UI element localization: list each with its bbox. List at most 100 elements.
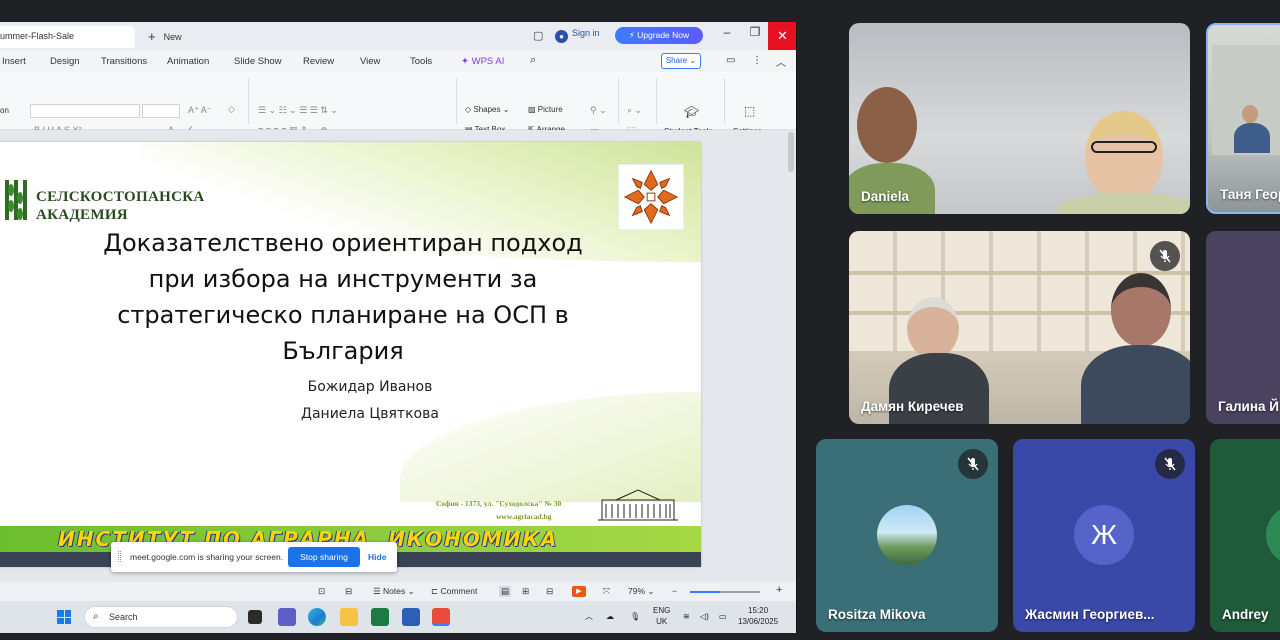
participant-name: Rositza Mikova — [828, 607, 926, 622]
wheat-logo-icon — [5, 180, 27, 220]
onedrive-icon[interactable]: ☁ — [606, 611, 614, 622]
menu-wps-ai[interactable]: ✦ WPS AI — [461, 56, 504, 67]
sign-in-button[interactable]: ● Sign in — [555, 28, 600, 43]
share-button[interactable]: Share ⌄ — [661, 53, 701, 69]
menu-transitions[interactable]: Transitions — [101, 56, 147, 67]
task-view-icon[interactable] — [248, 610, 262, 624]
font-family-select[interactable] — [30, 104, 140, 118]
document-tab[interactable]: ummer-Flash-Sale — [0, 26, 135, 48]
drag-handle[interactable] — [118, 551, 121, 562]
word-icon[interactable] — [402, 608, 420, 626]
participant-tile[interactable]: Таня Геор — [1206, 23, 1280, 214]
restore-icon[interactable]: ❐ — [744, 25, 766, 39]
reading-view-icon[interactable]: ⊟ — [345, 586, 352, 597]
slide-title: Доказателствено ориентиран подход при из… — [60, 225, 626, 369]
edge-browser-icon[interactable] — [308, 608, 326, 626]
notes-label: Notes — [382, 586, 406, 596]
menu-view[interactable]: View — [360, 56, 380, 67]
zoom-out-icon[interactable]: − — [672, 586, 677, 596]
font-size-select[interactable] — [142, 104, 180, 118]
book-view-icon[interactable]: ⊟ — [546, 586, 553, 597]
participant-tile[interactable]: Andrey — [1210, 439, 1280, 632]
windows-start-icon[interactable] — [57, 610, 71, 624]
hide-sharing-bar-link[interactable]: Hide — [368, 552, 386, 562]
collapse-ribbon-icon[interactable]: ︿ — [776, 54, 786, 69]
search-icon[interactable]: ⌕ — [530, 54, 536, 67]
minimize-icon[interactable]: – — [716, 25, 738, 39]
date-text: 13/06/2025 — [738, 617, 779, 626]
title-line-1: Доказателствено ориентиран подход — [103, 229, 583, 257]
excel-icon[interactable] — [371, 608, 389, 626]
shapes-label: Shapes — [473, 105, 501, 114]
ai-sparkle-icon: ✦ — [461, 56, 469, 67]
author-1: Божидар Иванов — [307, 379, 433, 395]
avatar — [877, 505, 937, 565]
muted-mic-icon — [1155, 449, 1185, 479]
taskbar-search[interactable]: ⌕ Search — [84, 606, 238, 628]
clear-format-icon[interactable]: ◇ — [228, 104, 235, 115]
normal-view-icon[interactable]: ▤ — [499, 586, 512, 597]
participant-tile[interactable]: Rositza Mikova — [816, 439, 998, 632]
grid-view-icon[interactable]: ⊞ — [522, 586, 529, 597]
zoom-level[interactable]: 79% ⌄ — [628, 586, 655, 597]
vertical-scrollbar[interactable] — [788, 132, 794, 172]
institute-address: София - 1373, ул. "Суходолска" № 30 www.… — [436, 497, 561, 523]
volume-icon[interactable]: ◁) — [700, 611, 709, 622]
tray-chevron-icon[interactable]: ︿ — [585, 611, 593, 622]
menu-design[interactable]: Design — [50, 56, 80, 67]
time-text: 15:20 — [748, 606, 769, 615]
menu-animation[interactable]: Animation — [167, 56, 209, 67]
comment-icon[interactable]: ▭ — [726, 55, 735, 66]
menu-insert[interactable]: Insert — [2, 56, 26, 67]
glasses-icon — [1091, 141, 1157, 153]
more-icon[interactable]: ⋮ — [752, 55, 762, 66]
menu-slide-show[interactable]: Slide Show — [234, 56, 282, 67]
teams-icon[interactable] — [278, 608, 296, 626]
close-window-button[interactable]: ✕ — [768, 22, 796, 50]
academy-line-2: АКАДЕМИЯ — [36, 207, 128, 223]
menu-bar: Insert Design Transitions Animation Slid… — [0, 50, 796, 72]
menu-review[interactable]: Review — [303, 56, 334, 67]
battery-icon[interactable]: ▭ — [719, 611, 727, 622]
window-mode-icon[interactable]: ▢ — [533, 29, 543, 42]
participant-tile[interactable]: Галина Й — [1206, 231, 1280, 424]
upgrade-button[interactable]: ⚡ Upgrade Now — [615, 27, 703, 44]
status-bar: ⊡ ⊟ ☰ Notes ⌄ ⊏ Comment ▤ ⊞ ⊟ ▶ ⤧ 79% ⌄ … — [0, 582, 796, 600]
list-icons[interactable]: ☰ ⌄ ☷ ⌄ ☰ ☰ ⇅ ⌄ — [258, 105, 338, 116]
lang-line-2: UK — [656, 617, 668, 626]
title-line-4: България — [282, 337, 404, 365]
slide-sorter-icon[interactable]: ⊡ — [318, 586, 325, 597]
settings-icon: ⬚ — [744, 104, 756, 118]
ribbon-separator — [248, 78, 249, 124]
academy-name: СЕЛСКОСТОПАНСКА АКАДЕМИЯ — [36, 188, 205, 224]
upgrade-label: Upgrade Now — [637, 30, 690, 40]
zoom-slider[interactable] — [690, 591, 760, 593]
menu-tools[interactable]: Tools — [410, 56, 432, 67]
comment-button[interactable]: ⊏ Comment — [431, 586, 477, 597]
shapes-button[interactable]: ◇ Shapes ⌄ — [465, 105, 509, 114]
wifi-icon[interactable]: ≋ — [683, 611, 690, 622]
participant-video — [1242, 105, 1258, 123]
wps-office-icon[interactable] — [432, 608, 450, 626]
clock[interactable]: 15:20 13/06/2025 — [738, 605, 778, 627]
grow-font-icon[interactable]: A⁺ A⁻ — [188, 105, 212, 116]
participant-name: Галина Й — [1218, 399, 1279, 414]
participant-tile[interactable]: Дамян Киречев — [849, 231, 1190, 424]
fill-icon[interactable]: ⚲ ⌄ — [590, 105, 607, 116]
fit-icon[interactable]: ⤧ — [603, 586, 610, 597]
zoom-in-icon[interactable]: + — [776, 584, 782, 596]
author-2: Даниела Цвяткова — [301, 406, 439, 422]
notes-button[interactable]: ☰ Notes ⌄ — [373, 586, 415, 597]
stop-sharing-button[interactable]: Stop sharing — [288, 547, 360, 567]
new-tab-button[interactable]: + New — [148, 29, 182, 44]
language-indicator[interactable]: ENG UK — [653, 605, 670, 627]
participant-tile[interactable]: Ж Жасмин Георгиев... — [1013, 439, 1195, 632]
play-slideshow-icon[interactable]: ▶ — [572, 586, 586, 597]
find-icon[interactable]: ⌕ ⌄ — [627, 105, 642, 116]
file-explorer-icon[interactable] — [340, 608, 358, 626]
share-label: Share — [665, 56, 688, 65]
participant-tile[interactable]: Daniela — [849, 23, 1190, 214]
ribbon-separator — [456, 78, 457, 124]
microphone-icon[interactable]: 🎙︎ — [630, 611, 640, 622]
picture-button[interactable]: ▨ Picture — [528, 105, 563, 114]
